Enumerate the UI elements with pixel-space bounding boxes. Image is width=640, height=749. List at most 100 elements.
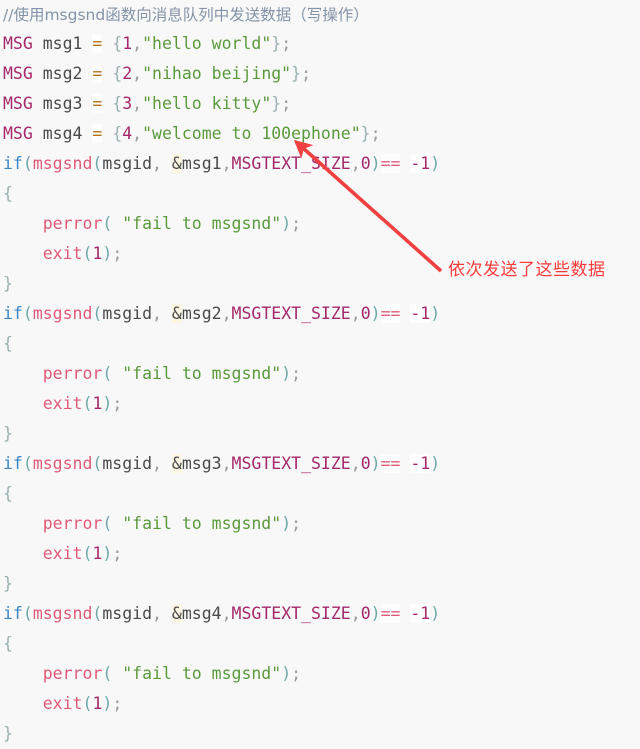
code-token: perror bbox=[42, 364, 103, 383]
code-token: ( bbox=[102, 214, 113, 233]
code-token: MSGTEXT_SIZE bbox=[231, 304, 351, 323]
code-token: ( bbox=[22, 604, 33, 623]
code-token: , bbox=[350, 454, 361, 473]
code-token: ) bbox=[370, 454, 381, 473]
code-token: ; bbox=[112, 694, 123, 713]
code-token: { bbox=[112, 94, 123, 113]
code-token: ; bbox=[291, 214, 302, 233]
code-token: ; bbox=[281, 34, 292, 53]
code-token: MSG bbox=[3, 94, 33, 113]
code-token: ) bbox=[430, 154, 441, 173]
code-token: { bbox=[112, 34, 123, 53]
code-token: "hello kitty" bbox=[142, 94, 272, 113]
code-token: msg1 bbox=[32, 34, 93, 53]
code-line: MSG msg3 = {3,"hello kitty"}; bbox=[0, 89, 640, 119]
code-line: //使用msgsnd函数向消息队列中发送数据（写操作） bbox=[0, 0, 640, 29]
code-token: MSG bbox=[3, 34, 33, 53]
code-token: 0 bbox=[360, 304, 371, 323]
code-block: //使用msgsnd函数向消息队列中发送数据（写操作） MSG msg1 = {1… bbox=[0, 0, 640, 748]
code-line: { bbox=[0, 329, 640, 359]
code-token: { bbox=[3, 634, 13, 653]
code-token: msgsnd bbox=[32, 604, 93, 623]
annotation-label: 依次发送了这些数据 bbox=[448, 260, 606, 280]
code-line: MSG msg2 = {2,"nihao beijing"}; bbox=[0, 59, 640, 89]
code-token: ( bbox=[82, 244, 93, 263]
code-token: , bbox=[221, 304, 232, 323]
code-token: MSGTEXT_SIZE bbox=[231, 454, 351, 473]
code-token: msg3 bbox=[32, 94, 93, 113]
code-token: = bbox=[92, 124, 103, 143]
code-token: perror bbox=[42, 214, 103, 233]
code-token: == bbox=[380, 454, 401, 473]
code-token: , bbox=[350, 304, 361, 323]
code-token: ( bbox=[92, 304, 103, 323]
code-line: { bbox=[0, 629, 640, 659]
code-token: ; bbox=[112, 394, 123, 413]
code-token: MSG bbox=[3, 64, 33, 83]
code-token: msgid bbox=[102, 604, 153, 623]
code-token: -1 bbox=[410, 454, 431, 473]
code-token: } bbox=[3, 424, 13, 443]
code-token: ( bbox=[82, 394, 93, 413]
code-token: ) bbox=[281, 664, 292, 683]
code-token: ; bbox=[291, 364, 302, 383]
code-token: msgid bbox=[102, 154, 153, 173]
code-token: ; bbox=[291, 514, 302, 533]
code-token: , bbox=[221, 604, 232, 623]
code-token: 3 bbox=[122, 94, 133, 113]
code-token: "fail to msgsnd" bbox=[122, 514, 282, 533]
code-line: perror( "fail to msgsnd"); bbox=[0, 359, 640, 389]
code-token: "fail to msgsnd" bbox=[122, 214, 282, 233]
code-token: ) bbox=[430, 454, 441, 473]
code-token: ; bbox=[291, 664, 302, 683]
code-token: } bbox=[3, 724, 13, 743]
code-token: msg3 bbox=[181, 454, 222, 473]
code-token: , bbox=[132, 94, 143, 113]
code-token: 1 bbox=[92, 244, 103, 263]
code-token: exit bbox=[42, 694, 83, 713]
code-token: "fail to msgsnd" bbox=[122, 664, 282, 683]
code-token: = bbox=[92, 34, 103, 53]
code-token: if bbox=[3, 154, 23, 173]
code-token: ( bbox=[92, 604, 103, 623]
code-token: msgsnd bbox=[32, 454, 93, 473]
code-token: == bbox=[380, 154, 401, 173]
code-token: ( bbox=[102, 664, 113, 683]
code-token: , bbox=[350, 154, 361, 173]
code-token: } bbox=[291, 64, 302, 83]
code-line: } bbox=[0, 719, 640, 749]
code-token: , bbox=[221, 454, 232, 473]
code-token: ) bbox=[281, 364, 292, 383]
code-token: if bbox=[3, 454, 23, 473]
code-token: , bbox=[221, 154, 232, 173]
code-line: exit(1); bbox=[0, 689, 640, 719]
code-token: , bbox=[152, 154, 162, 173]
code-token: ; bbox=[112, 544, 123, 563]
code-token: ) bbox=[102, 544, 113, 563]
code-token: 1 bbox=[92, 694, 103, 713]
code-line: MSG msg1 = {1,"hello world"}; bbox=[0, 29, 640, 59]
code-token: ) bbox=[281, 514, 292, 533]
code-token: & bbox=[171, 304, 182, 323]
code-line: } bbox=[0, 419, 640, 449]
code-line: MSG msg4 = {4,"welcome to 100ephone"}; bbox=[0, 119, 640, 149]
code-token: msgsnd bbox=[32, 154, 93, 173]
code-token: if bbox=[3, 304, 23, 323]
code-token: 1 bbox=[92, 544, 103, 563]
code-token: , bbox=[152, 304, 162, 323]
code-token: { bbox=[112, 64, 123, 83]
code-line: exit(1); bbox=[0, 539, 640, 569]
code-token: ) bbox=[430, 604, 441, 623]
code-token: ( bbox=[22, 454, 33, 473]
code-token: = bbox=[92, 64, 103, 83]
